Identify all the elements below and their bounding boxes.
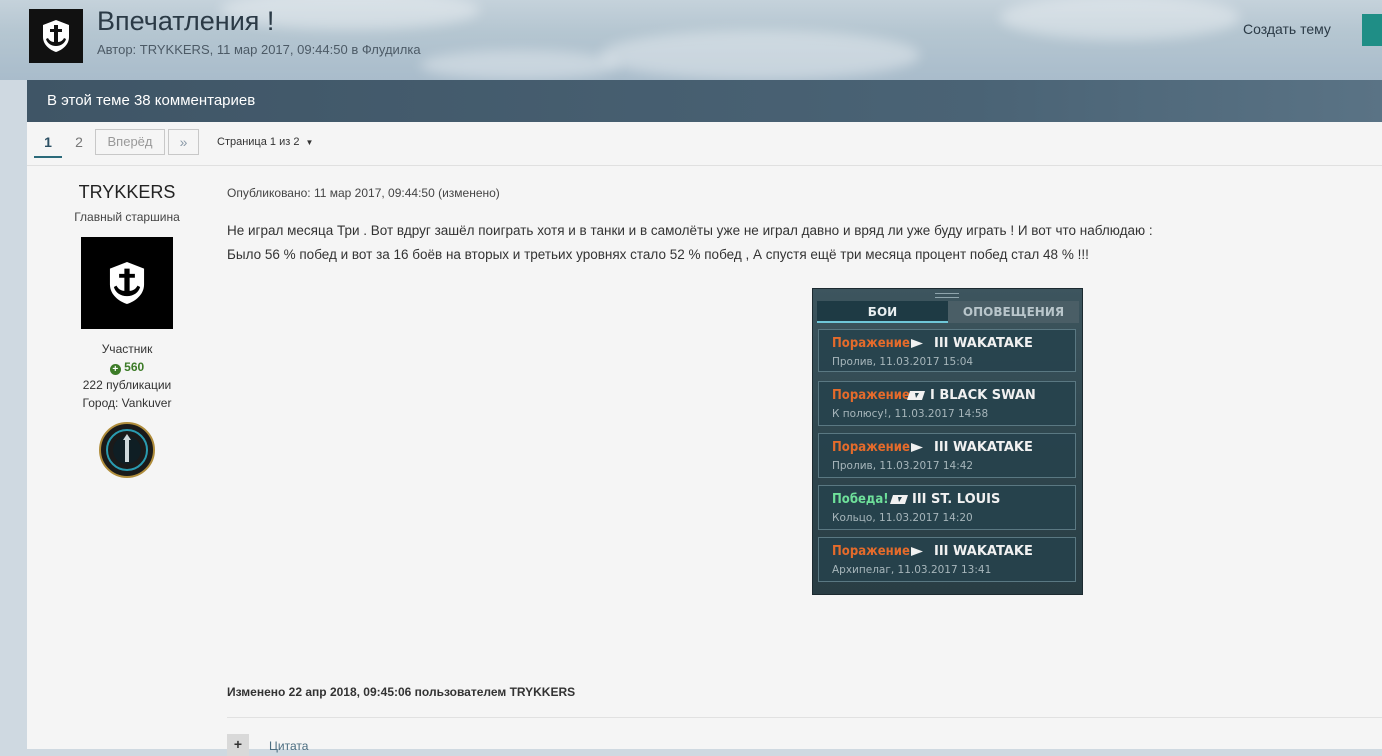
battle-row: Поражение III WAKATAKE Пролив, 11.03.201… bbox=[818, 329, 1076, 372]
anchor-shield-icon bbox=[43, 20, 69, 52]
create-topic-button[interactable]: Создать тему bbox=[1243, 21, 1331, 37]
game-battles-screenshot[interactable]: БОИ ОПОВЕЩЕНИЯ Поражение III WAKATAKE Пр… bbox=[812, 288, 1083, 595]
battle-row: Победа! III ST. LOUIS Кольцо, 11.03.2017… bbox=[818, 485, 1076, 530]
page-2-link[interactable]: 2 bbox=[72, 134, 86, 150]
topic-page: 1 2 Вперёд » Страница 1 из 2 ▼ TRYKKERS … bbox=[27, 122, 1382, 756]
multiquote-button[interactable]: + bbox=[227, 734, 249, 756]
topic-meta: Автор: TRYKKERS, 11 мар 2017, 09:44:50 в… bbox=[97, 42, 421, 57]
header-banner: Впечатления ! Автор: TRYKKERS, 11 мар 20… bbox=[0, 0, 1382, 80]
author-rank: Главный старшина bbox=[74, 210, 180, 224]
action-button[interactable] bbox=[1362, 14, 1382, 46]
ship-name: III ST. LOUIS bbox=[912, 492, 1001, 507]
page-title: Впечатления ! bbox=[97, 6, 275, 36]
author-name[interactable]: TRYKKERS bbox=[27, 182, 227, 203]
author-panel: TRYKKERS Главный старшина Участник + 560… bbox=[27, 166, 227, 749]
ship-name: III WAKATAKE bbox=[934, 544, 1033, 559]
forum-logo[interactable] bbox=[29, 9, 83, 63]
battle-info: Пролив, 11.03.2017 14:42 bbox=[832, 460, 974, 472]
battle-result: Поражение bbox=[832, 440, 910, 455]
post-text-line-1: Не играл месяца Три . Вот вдруг зашёл по… bbox=[227, 223, 1153, 238]
battle-result: Поражение bbox=[832, 336, 910, 351]
post-published-date: Опубликовано: 11 мар 2017, 09:44:50 (изм… bbox=[227, 186, 500, 200]
ship-name: III WAKATAKE bbox=[934, 440, 1033, 455]
caret-down-icon: ▼ bbox=[305, 138, 314, 147]
battle-result: Победа! bbox=[832, 492, 889, 507]
post-text-line-2: Было 56 % побед и вот за 16 боёв на втор… bbox=[227, 247, 1089, 262]
tab-notifications: ОПОВЕЩЕНИЯ bbox=[948, 301, 1079, 323]
divider bbox=[227, 717, 1382, 718]
warship-flag-icon bbox=[911, 339, 923, 348]
comments-count-text: В этой теме 38 комментариев bbox=[47, 92, 256, 109]
battle-info: Пролив, 11.03.2017 15:04 bbox=[832, 356, 974, 368]
battle-row: Поражение III WAKATAKE Пролив, 11.03.201… bbox=[818, 433, 1076, 478]
reputation-badge: + 560 bbox=[27, 360, 227, 375]
cruiser-flag-icon bbox=[890, 495, 908, 504]
warship-flag-icon bbox=[911, 443, 923, 452]
pagination: 1 2 Вперёд » Страница 1 из 2 ▼ bbox=[27, 122, 1382, 166]
tab-battles: БОИ bbox=[817, 301, 948, 323]
battle-info: Кольцо, 11.03.2017 14:20 bbox=[832, 512, 973, 524]
post-count: 222 публикации bbox=[82, 378, 172, 392]
avatar[interactable] bbox=[81, 237, 173, 329]
author-city: Город: Vankuver bbox=[82, 396, 172, 410]
ship-name: III WAKATAKE bbox=[934, 336, 1033, 351]
comments-count-bar: В этой теме 38 комментариев bbox=[27, 80, 1382, 122]
battle-result: Поражение bbox=[832, 544, 910, 559]
anchor-shield-icon bbox=[109, 262, 145, 304]
quote-button[interactable]: Цитата bbox=[269, 739, 308, 753]
drag-handle-icon bbox=[935, 293, 959, 298]
member-role: Участник bbox=[101, 342, 153, 356]
sloop-flag-icon bbox=[907, 391, 925, 400]
next-page-button[interactable]: Вперёд bbox=[95, 129, 165, 155]
reputation-value: 560 bbox=[124, 360, 145, 374]
warship-flag-icon bbox=[911, 547, 923, 556]
edited-note: Изменено 22 апр 2018, 09:45:06 пользоват… bbox=[227, 685, 576, 699]
battle-result: Поражение bbox=[832, 388, 910, 403]
battle-row: Поражение III WAKATAKE Архипелаг, 11.03.… bbox=[818, 537, 1076, 582]
last-page-button[interactable]: » bbox=[168, 129, 199, 155]
battle-info: Архипелаг, 11.03.2017 13:41 bbox=[832, 564, 992, 576]
battle-row: Поражение I BLACK SWAN К полюсу!, 11.03.… bbox=[818, 381, 1076, 426]
page-1-link[interactable]: 1 bbox=[34, 134, 62, 158]
achievement-badge-icon[interactable] bbox=[99, 422, 155, 478]
page-of-label: Страница 1 из 2 bbox=[217, 136, 300, 148]
battle-info: К полюсу!, 11.03.2017 14:58 bbox=[832, 408, 989, 420]
page-jump-dropdown[interactable]: Страница 1 из 2 ▼ bbox=[217, 136, 313, 148]
ship-name: I BLACK SWAN bbox=[930, 388, 1036, 403]
plus-circle-icon: + bbox=[109, 364, 121, 375]
